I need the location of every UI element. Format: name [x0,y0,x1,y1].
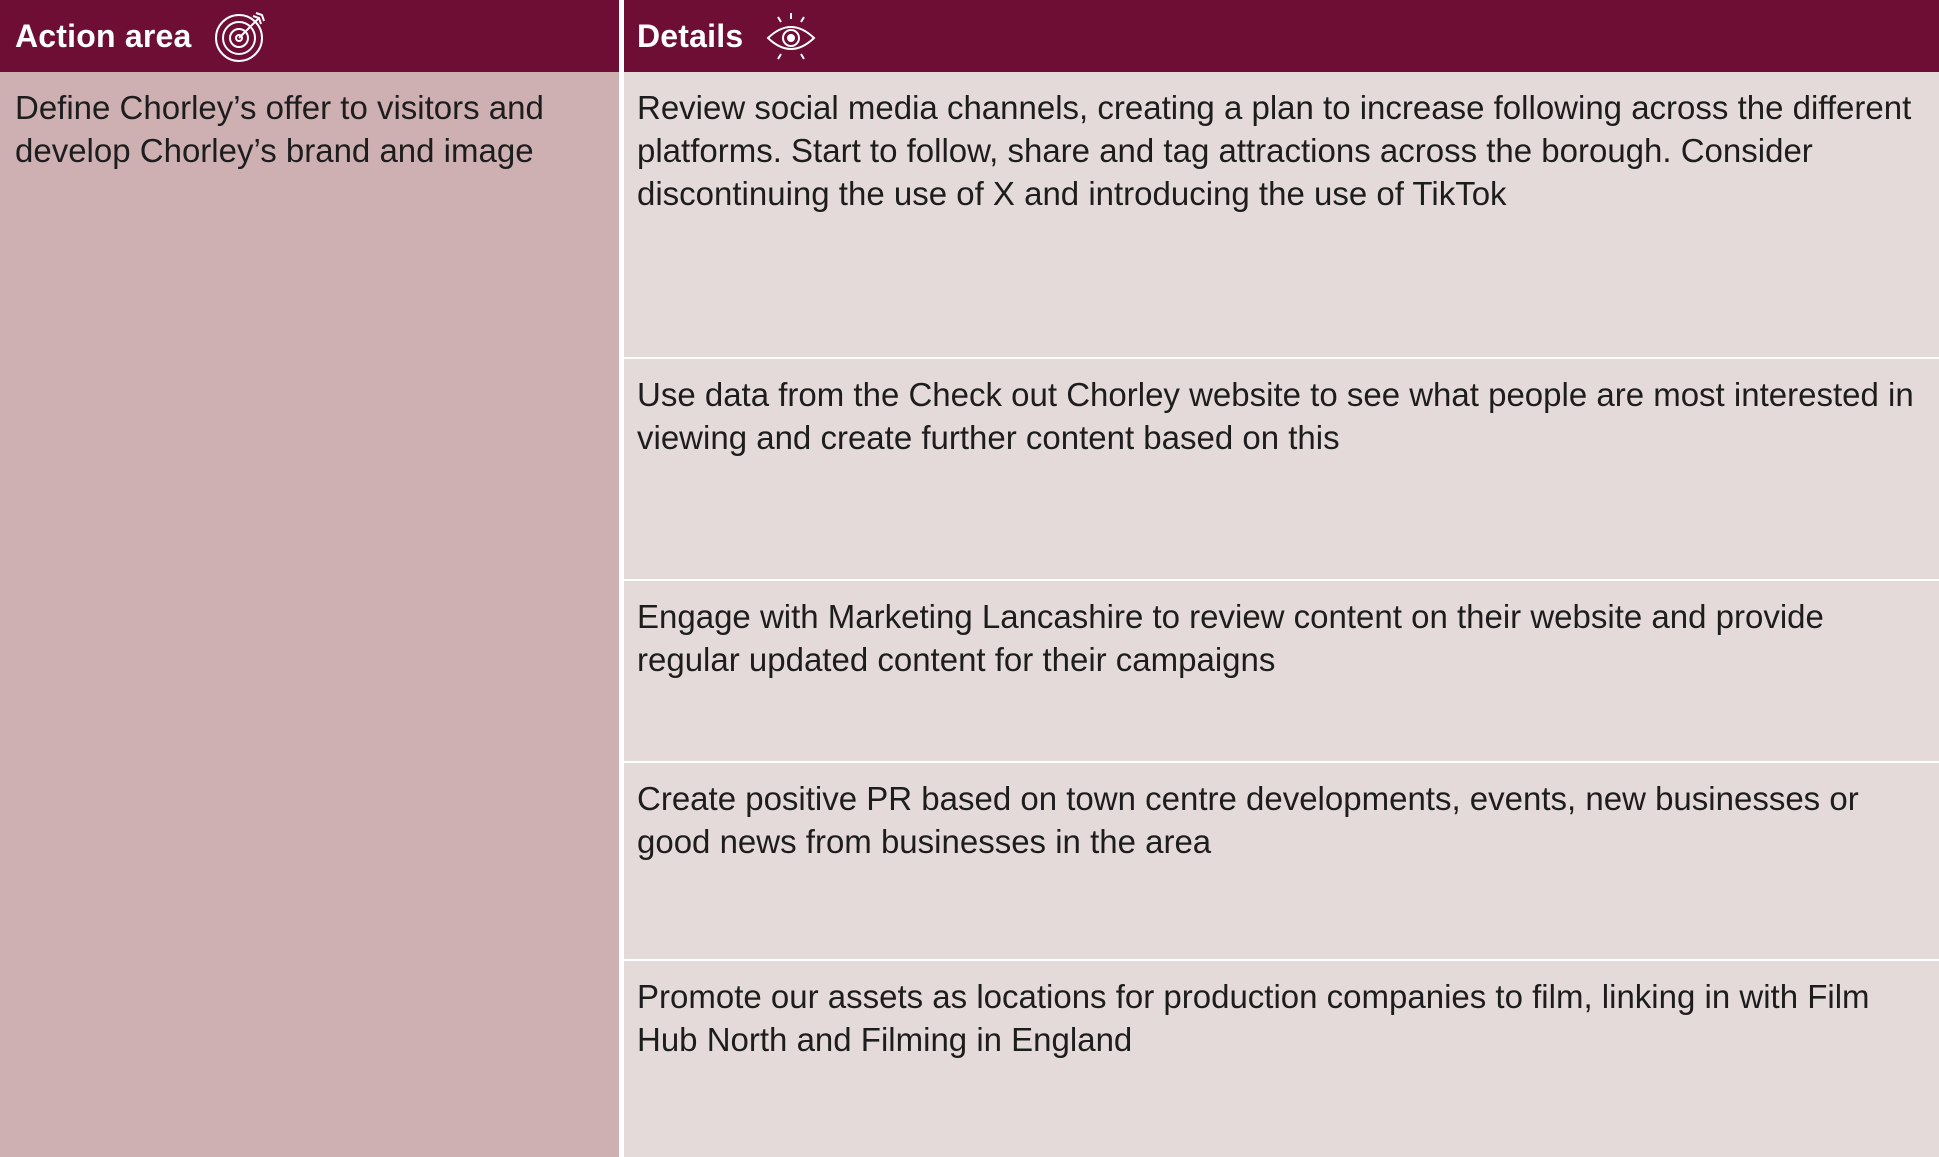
header-action-area-label: Action area [15,17,192,54]
detail-text: Use data from the Check out Chorley webs… [637,376,1914,456]
detail-row: Review social media channels, creating a… [624,72,1939,357]
action-area-cell: Define Chorley’s offer to visitors and d… [0,72,619,1157]
detail-row: Engage with Marketing Lancashire to revi… [624,581,1939,761]
detail-row: Promote our assets as locations for prod… [624,961,1939,1157]
target-icon [213,8,269,64]
action-plan-table: Action area Details Define Chorley’s off… [0,0,1939,1157]
action-area-text: Define Chorley’s offer to visitors and d… [15,89,544,169]
header-details-label: Details [637,17,744,54]
eye-icon [765,11,817,61]
detail-row: Create positive PR based on town centre … [624,763,1939,959]
detail-text: Create positive PR based on town centre … [637,780,1859,860]
header-action-area: Action area [0,0,619,72]
detail-row: Use data from the Check out Chorley webs… [624,359,1939,579]
detail-text: Review social media channels, creating a… [637,89,1912,212]
detail-text: Engage with Marketing Lancashire to revi… [637,598,1824,678]
header-details: Details [624,0,1939,72]
detail-text: Promote our assets as locations for prod… [637,978,1870,1058]
